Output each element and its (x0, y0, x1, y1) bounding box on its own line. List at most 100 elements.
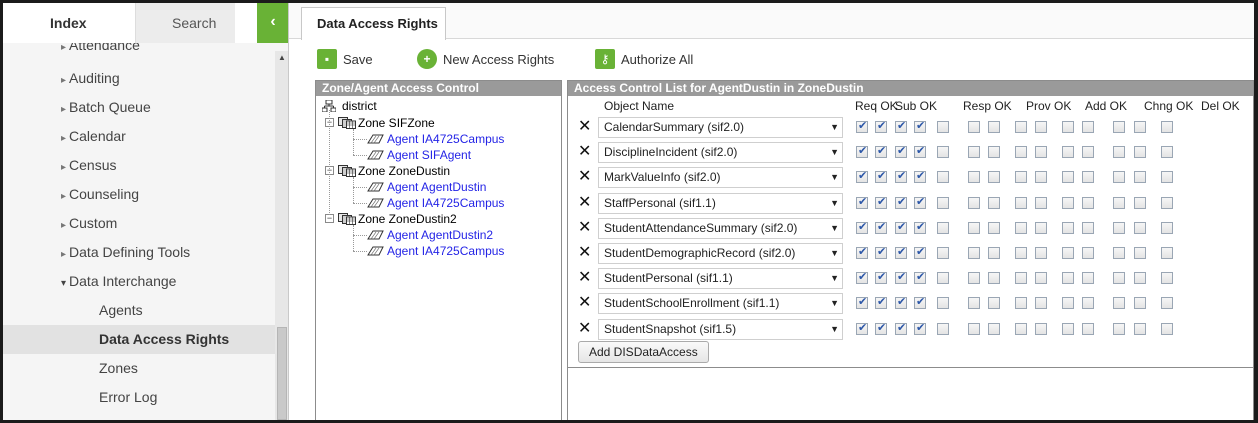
tree-zone[interactable]: Zone ZoneDustin (338, 163, 450, 179)
permission-checkbox[interactable] (1082, 247, 1094, 259)
tree-agent[interactable]: Agent SIFAgent (367, 147, 471, 163)
permission-checkbox[interactable] (988, 272, 1000, 285)
permission-checkbox[interactable] (1082, 171, 1094, 184)
permission-checkbox[interactable] (1161, 297, 1173, 310)
permission-checkbox[interactable] (988, 146, 1000, 159)
permission-checkbox[interactable] (1134, 196, 1146, 209)
permission-checkbox[interactable] (1015, 171, 1027, 184)
permission-checkbox[interactable] (968, 221, 980, 234)
add-disdataaccess-button[interactable]: Add DISDataAccess (578, 341, 709, 363)
permission-checkbox[interactable] (1062, 221, 1074, 234)
permission-checkbox[interactable] (988, 171, 1000, 184)
nav-scrollbar[interactable]: ▲ (275, 51, 288, 420)
permission-checkbox[interactable] (968, 171, 980, 184)
chevron-left-icon[interactable]: ‹ (257, 3, 288, 43)
delete-icon[interactable]: ✕ (578, 245, 591, 261)
permission-checkbox[interactable] (856, 270, 868, 285)
delete-icon[interactable]: ✕ (578, 119, 591, 135)
permission-checkbox[interactable] (988, 322, 1000, 335)
permission-checkbox[interactable] (856, 169, 868, 184)
object-name-select[interactable]: CalendarSummary (sif2.0) ▼ (598, 117, 843, 138)
permission-checkbox[interactable] (914, 144, 926, 159)
permission-checkbox[interactable] (1015, 272, 1027, 285)
permission-checkbox[interactable] (1113, 247, 1125, 259)
permission-checkbox[interactable] (1035, 221, 1047, 234)
permission-checkbox[interactable] (937, 121, 949, 133)
permission-checkbox[interactable] (937, 272, 949, 285)
permission-checkbox[interactable] (1113, 322, 1125, 335)
new-access-rights-button[interactable]: + New Access Rights (417, 47, 577, 73)
permission-checkbox[interactable] (895, 220, 907, 234)
object-name-select[interactable]: StudentPersonal (sif1.1) ▼ (598, 268, 843, 290)
sidebar-item-auditing[interactable]: ▸ Auditing (3, 64, 275, 93)
permission-checkbox[interactable] (1062, 171, 1074, 184)
permission-checkbox[interactable] (895, 195, 907, 209)
permission-checkbox[interactable] (856, 220, 868, 234)
permission-checkbox[interactable] (1134, 322, 1146, 335)
permission-checkbox[interactable] (875, 119, 887, 133)
permission-checkbox[interactable] (895, 144, 907, 159)
sidebar-item-data-interchange[interactable]: ▾ Data Interchange (3, 267, 275, 296)
sidebar-item-data-access-rights[interactable]: Data Access Rights (3, 325, 275, 354)
tree-agent[interactable]: Agent AgentDustin2 (367, 227, 493, 243)
permission-checkbox[interactable] (1161, 146, 1173, 159)
sidebar-item-agents[interactable]: Agents (3, 296, 275, 325)
permission-checkbox[interactable] (856, 321, 868, 335)
permission-checkbox[interactable] (988, 196, 1000, 209)
save-button[interactable]: ▪ Save (317, 47, 387, 73)
tree-root-district[interactable]: district (321, 98, 377, 114)
permission-checkbox[interactable] (937, 146, 949, 159)
tab-data-access-rights[interactable]: Data Access Rights (301, 7, 446, 40)
tree-zone[interactable]: Zone ZoneDustin2 (338, 211, 457, 227)
object-name-select[interactable]: StaffPersonal (sif1.1) ▼ (598, 192, 843, 214)
permission-checkbox[interactable] (1113, 196, 1125, 209)
permission-checkbox[interactable] (1035, 297, 1047, 310)
delete-icon[interactable]: ✕ (578, 169, 591, 185)
sidebar-item-census[interactable]: ▸ Census (3, 151, 275, 180)
permission-checkbox[interactable] (856, 245, 868, 259)
permission-checkbox[interactable] (937, 322, 949, 335)
sidebar-item-attendance[interactable]: ▸ Attendance (3, 43, 275, 60)
sidebar-item-data-defining-tools[interactable]: ▸ Data Defining Tools (3, 238, 275, 267)
permission-checkbox[interactable] (856, 119, 868, 133)
permission-checkbox[interactable] (1134, 297, 1146, 310)
permission-checkbox[interactable] (1082, 121, 1094, 133)
permission-checkbox[interactable] (968, 146, 980, 159)
permission-checkbox[interactable] (1161, 121, 1173, 133)
scrollbar-thumb[interactable] (277, 327, 287, 420)
permission-checkbox[interactable] (1082, 322, 1094, 335)
permission-checkbox[interactable] (914, 295, 926, 310)
permission-checkbox[interactable] (875, 220, 887, 234)
permission-checkbox[interactable] (968, 297, 980, 310)
permission-checkbox[interactable] (1062, 272, 1074, 285)
permission-checkbox[interactable] (1035, 146, 1047, 159)
permission-checkbox[interactable] (1015, 297, 1027, 310)
delete-icon[interactable]: ✕ (578, 194, 591, 211)
object-name-select[interactable]: StudentDemographicRecord (sif2.0) ▼ (598, 243, 843, 264)
sidebar-item-error-log[interactable]: Error Log (3, 383, 275, 412)
permission-checkbox[interactable] (895, 245, 907, 259)
permission-checkbox[interactable] (1134, 272, 1146, 285)
permission-checkbox[interactable] (1062, 196, 1074, 209)
permission-checkbox[interactable] (1113, 121, 1125, 133)
collapse-icon[interactable]: − (325, 214, 334, 223)
permission-checkbox[interactable] (914, 270, 926, 285)
permission-checkbox[interactable] (875, 295, 887, 310)
permission-checkbox[interactable] (968, 247, 980, 259)
tab-index[interactable]: Index (3, 3, 135, 43)
permission-checkbox[interactable] (988, 247, 1000, 259)
permission-checkbox[interactable] (1161, 171, 1173, 184)
permission-checkbox[interactable] (1113, 272, 1125, 285)
tree-agent[interactable]: Agent IA4725Campus (367, 131, 504, 147)
permission-checkbox[interactable] (937, 297, 949, 310)
permission-checkbox[interactable] (1113, 171, 1125, 184)
permission-checkbox[interactable] (856, 144, 868, 159)
permission-checkbox[interactable] (1062, 121, 1074, 133)
permission-checkbox[interactable] (856, 295, 868, 310)
permission-checkbox[interactable] (1015, 146, 1027, 159)
permission-checkbox[interactable] (1015, 322, 1027, 335)
permission-checkbox[interactable] (988, 297, 1000, 310)
permission-checkbox[interactable] (1113, 221, 1125, 234)
permission-checkbox[interactable] (1035, 322, 1047, 335)
permission-checkbox[interactable] (914, 195, 926, 209)
